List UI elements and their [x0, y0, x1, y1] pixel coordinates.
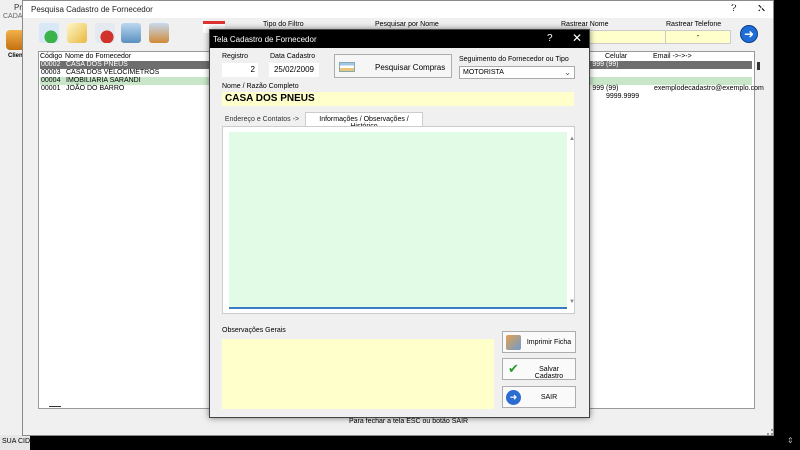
- track-phone-label: Rastrear Telefone: [666, 21, 722, 28]
- segment-label: Seguimento do Fornecedor ou Tipo: [459, 56, 569, 63]
- save-record-label: Salvar Cadastro: [534, 366, 564, 380]
- column-header-name[interactable]: Nome do Fornecedor: [65, 53, 131, 60]
- cell-email: exemplodecadastro@exemplo.com: [654, 85, 764, 92]
- print-icon[interactable]: [121, 23, 141, 43]
- segment-select[interactable]: MOTORISTA ⌄: [459, 66, 575, 79]
- name-label: Nome / Razão Completo: [222, 83, 299, 90]
- print-record-icon: [506, 335, 521, 350]
- search-name-label: Pesquisar por Nome: [375, 21, 439, 28]
- search-window-titlebar: Pesquisa Cadastro de Fornecedor ? ✕: [23, 1, 773, 18]
- column-header-code[interactable]: Código: [40, 53, 62, 60]
- supplier-dialog: Tela Cadastro de Fornecedor ? ✕ Registro…: [209, 29, 590, 418]
- cell-name: CASA DOS PNEUS: [66, 61, 128, 68]
- track-name-label: Rastrear Nome: [561, 21, 609, 28]
- checkmark-icon: ✔: [508, 361, 519, 376]
- edit-supplier-icon[interactable]: [67, 23, 87, 43]
- scroll-down-icon[interactable]: ▼: [569, 299, 575, 305]
- observations-label: Observações Gerais: [222, 327, 286, 334]
- tab-info[interactable]: Informações / Observações / Histórico: [305, 112, 423, 130]
- search-purchases-label: Pesquisar Compras: [375, 63, 446, 72]
- cell-name: JOÃO DO BARRO: [66, 85, 125, 92]
- tab-address[interactable]: Endereço e Contatos ->: [224, 113, 300, 126]
- dialog-titlebar[interactable]: Tela Cadastro de Fornecedor ? ✕: [210, 30, 589, 48]
- status-bar: SUA CIDADE: [0, 435, 30, 450]
- delete-supplier-icon[interactable]: [95, 23, 115, 43]
- close-icon[interactable]: ✕: [572, 31, 582, 45]
- search-go-button[interactable]: ➜: [740, 25, 758, 43]
- resize-grip[interactable]: [767, 429, 773, 435]
- print-record-button[interactable]: Imprimir Ficha: [502, 331, 576, 353]
- cell-name: IMOBILIARIA SARANDI: [66, 77, 141, 84]
- grid-footer-marker: [49, 406, 61, 407]
- purchases-icon: [339, 62, 355, 72]
- exit-label: SAIR: [540, 394, 558, 401]
- print-record-label: Imprimir Ficha: [526, 339, 572, 346]
- reports-icon[interactable]: [149, 23, 169, 43]
- exit-arrow-icon: ➜: [506, 390, 521, 405]
- close-icon[interactable]: ✕: [758, 1, 767, 14]
- scroll-up-icon[interactable]: ▲: [569, 136, 575, 142]
- track-phone-input[interactable]: -: [665, 30, 731, 44]
- search-purchases-button[interactable]: Pesquisar Compras: [334, 54, 452, 78]
- cell-name: CASA DOS VELOCIMETROS: [66, 69, 160, 76]
- exit-button[interactable]: ➜ SAIR: [502, 386, 576, 408]
- registro-field[interactable]: 2: [222, 63, 258, 77]
- date-label: Data Cadastro: [270, 53, 316, 60]
- search-window-title: Pesquisa Cadastro de Fornecedor: [31, 5, 153, 14]
- resize-updown-icon[interactable]: ⇕: [787, 436, 794, 445]
- date-field[interactable]: 25/02/2009: [269, 63, 319, 77]
- cell-mobile: (99) 9999.9999: [606, 85, 640, 100]
- cell-code: 00004: [41, 77, 61, 84]
- cell-code: 00003: [41, 69, 61, 76]
- help-icon[interactable]: ?: [547, 33, 553, 44]
- help-icon[interactable]: ?: [732, 3, 738, 14]
- chevron-down-icon[interactable]: ⌄: [564, 68, 571, 77]
- cell-code: 00001: [41, 85, 61, 92]
- add-supplier-icon[interactable]: [39, 23, 59, 43]
- column-header-mobile[interactable]: Celular: [605, 53, 627, 60]
- tab-panel: ▲ ▼: [222, 126, 575, 314]
- column-header-email[interactable]: Email ->->->: [653, 53, 692, 60]
- segment-value: MOTORISTA: [463, 69, 504, 76]
- observations-field[interactable]: [222, 339, 494, 409]
- save-record-button[interactable]: ✔ Salvar Cadastro: [502, 358, 576, 380]
- filter-type-label: Tipo do Filtro: [263, 21, 304, 28]
- close-hint: Para fechar a tela ESC ou botão SAIR: [349, 418, 469, 425]
- history-memo[interactable]: [229, 132, 567, 309]
- dialog-title: Tela Cadastro de Fornecedor: [213, 35, 317, 44]
- name-field[interactable]: CASA DOS PNEUS: [222, 92, 574, 106]
- grid-scrollbar[interactable]: [757, 62, 760, 70]
- cell-code: 00002: [41, 61, 61, 68]
- registro-label: Registro: [222, 53, 249, 60]
